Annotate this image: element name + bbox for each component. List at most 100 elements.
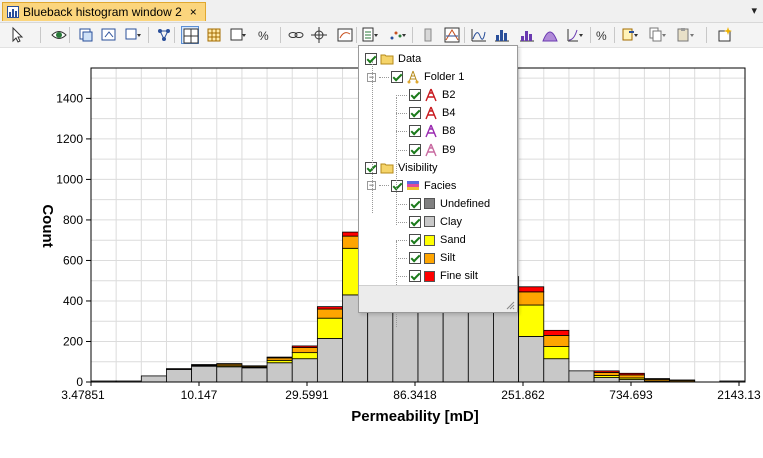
tree-item-silt[interactable]: Silt — [409, 249, 455, 267]
histogram-icon — [495, 30, 509, 42]
percent-options-button[interactable]: % — [256, 26, 274, 44]
histogram-bar-segment — [316, 308, 343, 319]
export-button[interactable] — [621, 26, 639, 44]
zoom-options-button[interactable] — [124, 26, 142, 44]
copy-button[interactable] — [648, 26, 666, 44]
data-filter-popup: Data − Folder 1 B2 B4 B8 B9 Visibility − Facies Un… — [358, 45, 518, 327]
visibility-checkbox[interactable] — [409, 143, 421, 156]
link-button[interactable] — [287, 26, 305, 44]
view-eye-button[interactable] — [50, 26, 68, 44]
data-filter-button[interactable] — [361, 26, 379, 44]
visibility-checkbox[interactable] — [365, 161, 377, 174]
tree-item-sand[interactable]: Sand — [409, 231, 466, 249]
y-tick-label: 1000 — [56, 172, 83, 186]
x-tick-label: 734.693 — [609, 388, 653, 402]
zoom-in-button[interactable] — [77, 26, 95, 44]
y-tick-label: 1200 — [56, 132, 83, 146]
x-axis-label: Permeability [mD] — [351, 408, 479, 425]
tree-connector — [396, 149, 407, 151]
well-icon — [424, 88, 438, 102]
grid-toggle-button[interactable] — [181, 26, 199, 44]
histogram-window-tab[interactable]: Blueback histogram window 2 × — [2, 2, 206, 21]
percent-disabled-button[interactable]: % — [594, 26, 612, 44]
tree-connector — [396, 131, 407, 133]
bell-curve-icon — [542, 31, 558, 42]
tree-item-label: Sand — [440, 234, 466, 246]
bar-button[interactable] — [419, 26, 437, 44]
visibility-checkbox[interactable] — [365, 53, 377, 65]
tree-item-label: Facies — [424, 179, 457, 192]
resize-grip-icon[interactable] — [505, 300, 515, 310]
visibility-checkbox[interactable] — [409, 107, 421, 120]
tab-title: Blueback histogram window 2 — [23, 5, 182, 19]
histogram-bar-segment — [216, 366, 243, 383]
tree-item-clay[interactable]: Clay — [409, 213, 462, 231]
histogram-bar-segment — [291, 352, 318, 360]
toolbar-separator — [614, 27, 615, 43]
histogram-bar-segment — [291, 345, 318, 348]
legend-button[interactable] — [336, 26, 354, 44]
document-tab-bar: Blueback histogram window 2 × ▾ — [0, 0, 763, 23]
bell-curve-button[interactable] — [541, 26, 559, 44]
link-nodes-button[interactable] — [155, 26, 173, 44]
paste-button[interactable] — [676, 26, 694, 44]
cumulative-button[interactable] — [566, 26, 584, 44]
crosshair-button[interactable] — [310, 26, 328, 44]
tree-item-b2[interactable]: B2 — [409, 86, 455, 104]
histogram-bar-segment — [518, 286, 545, 293]
select-pointer-button[interactable] — [8, 26, 26, 44]
visibility-checkbox[interactable] — [409, 215, 421, 228]
tree-connector — [396, 97, 397, 225]
histogram-bar-segment — [191, 365, 218, 383]
visibility-checkbox[interactable] — [409, 89, 421, 102]
tree-connector — [372, 61, 373, 213]
zoom-in-icon — [79, 28, 93, 42]
tree-connector — [396, 113, 407, 115]
tree-item-facies[interactable]: − Facies — [367, 177, 456, 195]
crosshair-icon — [311, 27, 327, 43]
zoom-window-button[interactable] — [100, 26, 118, 44]
table-button[interactable] — [205, 26, 223, 44]
tree-item-b4[interactable]: B4 — [409, 104, 455, 122]
svg-text:%: % — [258, 29, 269, 43]
tree-item-b8[interactable]: B8 — [409, 122, 455, 140]
visibility-checkbox[interactable] — [391, 179, 403, 192]
tree-connector — [396, 203, 407, 205]
visibility-checkbox[interactable] — [409, 234, 421, 246]
histogram-bar-segment — [166, 369, 193, 383]
histogram-button[interactable] — [493, 26, 511, 44]
tree-item-fine-silt[interactable]: Fine silt — [409, 267, 478, 285]
curve-icon — [471, 29, 486, 42]
toolbar-separator — [412, 27, 413, 43]
frame-options-button[interactable] — [229, 26, 247, 44]
palette-button[interactable] — [443, 26, 461, 44]
facies-color-swatch — [424, 270, 435, 282]
folder-icon — [380, 52, 394, 66]
histogram-alt-button[interactable] — [518, 26, 536, 44]
svg-text:%: % — [596, 29, 607, 43]
scatter-options-button[interactable] — [388, 26, 406, 44]
visibility-checkbox[interactable] — [409, 252, 421, 265]
tree-item-undefined[interactable]: Undefined — [409, 195, 490, 213]
y-tick-label: 1400 — [56, 91, 83, 105]
histogram-bar-segment — [593, 377, 620, 383]
visibility-checkbox[interactable] — [391, 71, 403, 84]
tree-connector — [396, 258, 407, 260]
toolbar-separator — [174, 27, 175, 43]
tree-item-data[interactable]: Data — [365, 50, 421, 68]
visibility-checkbox[interactable] — [409, 270, 421, 283]
histogram-icon — [7, 6, 19, 18]
close-icon[interactable]: × — [190, 5, 197, 19]
histogram-bar-segment — [518, 304, 545, 337]
histogram-bar-segment — [266, 356, 293, 359]
histogram-bar-segment — [643, 378, 670, 380]
toolbar-separator — [40, 27, 41, 43]
tab-list-chevron-icon[interactable]: ▾ — [751, 4, 757, 17]
tree-item-b9[interactable]: B9 — [409, 141, 455, 159]
tree-item-folder-1[interactable]: − Folder 1 — [367, 68, 464, 86]
visibility-checkbox[interactable] — [409, 197, 421, 210]
new-window-button[interactable] — [716, 26, 734, 44]
curve-button[interactable] — [470, 26, 488, 44]
visibility-checkbox[interactable] — [409, 125, 421, 138]
tree-item-visibility[interactable]: Visibility — [365, 159, 438, 177]
